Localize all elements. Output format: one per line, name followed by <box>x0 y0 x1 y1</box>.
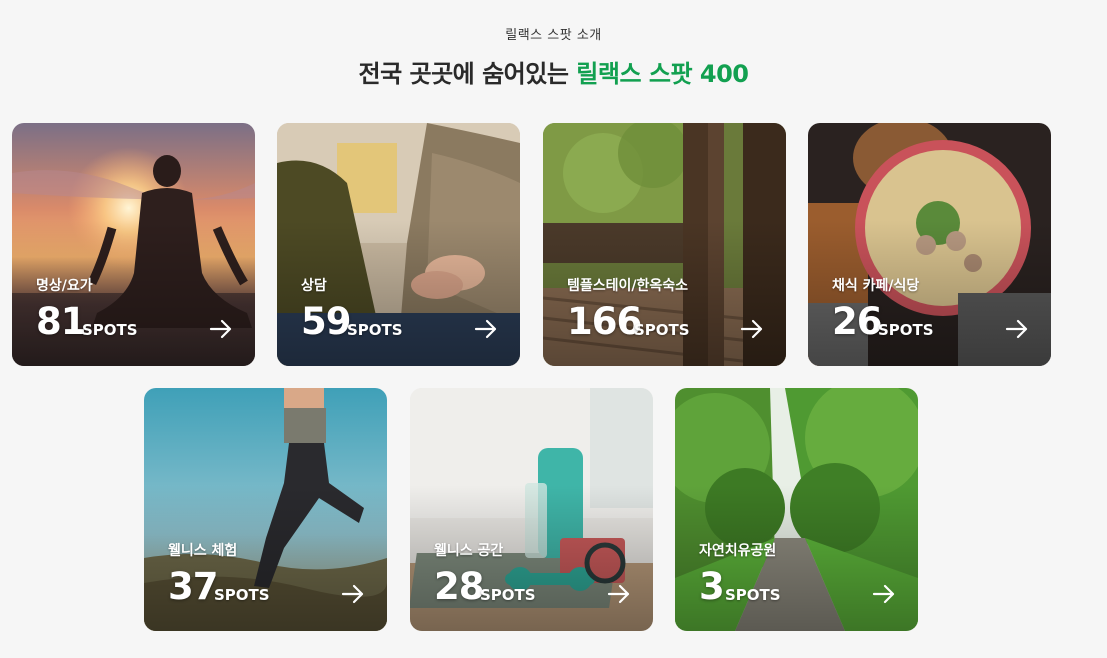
card-count: 81 <box>36 300 86 343</box>
card-count: 26 <box>832 300 882 343</box>
card-label: 웰니스 공간 <box>434 543 504 559</box>
card-counseling[interactable]: 상담 59 SPOTS <box>277 123 520 366</box>
arrow-right-icon[interactable] <box>474 319 498 339</box>
card-count: 28 <box>434 565 484 608</box>
arrow-right-icon[interactable] <box>341 584 365 604</box>
card-count: 3 <box>699 565 725 608</box>
card-count: 166 <box>567 300 642 343</box>
card-unit: SPOTS <box>725 586 781 604</box>
card-unit: SPOTS <box>480 586 536 604</box>
card-unit: SPOTS <box>82 321 138 339</box>
card-vegan-cafe[interactable]: 채식 카페/식당 26 SPOTS <box>808 123 1051 366</box>
arrow-right-icon[interactable] <box>872 584 896 604</box>
arrow-right-icon[interactable] <box>1005 319 1029 339</box>
card-unit: SPOTS <box>347 321 403 339</box>
card-wellness-experience[interactable]: 웰니스 체험 37 SPOTS <box>144 388 387 631</box>
card-templestay-hanok[interactable]: 템플스테이/한옥숙소 166 SPOTS <box>543 123 786 366</box>
title-accent: 릴랙스 스팟 400 <box>576 60 749 88</box>
card-count: 37 <box>168 565 218 608</box>
card-label: 자연치유공원 <box>699 543 777 559</box>
card-unit: SPOTS <box>634 321 690 339</box>
card-nature-healing-park[interactable]: 자연치유공원 3 SPOTS <box>675 388 918 631</box>
section-title: 전국 곳곳에 숨어있는 릴랙스 스팟 400 <box>0 54 1107 89</box>
card-label: 상담 <box>301 278 327 294</box>
card-unit: SPOTS <box>214 586 270 604</box>
card-count: 59 <box>301 300 351 343</box>
arrow-right-icon[interactable] <box>607 584 631 604</box>
card-label: 템플스테이/한옥숙소 <box>567 278 689 294</box>
card-wellness-space[interactable]: 웰니스 공간 28 SPOTS <box>410 388 653 631</box>
card-label: 채식 카페/식당 <box>832 278 920 294</box>
card-unit: SPOTS <box>878 321 934 339</box>
card-label: 웰니스 체험 <box>168 543 238 559</box>
arrow-right-icon[interactable] <box>209 319 233 339</box>
title-prefix: 전국 곳곳에 숨어있는 <box>358 60 569 88</box>
card-label: 명상/요가 <box>36 278 93 294</box>
section-eyebrow: 릴랙스 스팟 소개 <box>505 28 602 43</box>
card-meditation-yoga[interactable]: 명상/요가 81 SPOTS <box>12 123 255 366</box>
arrow-right-icon[interactable] <box>740 319 764 339</box>
